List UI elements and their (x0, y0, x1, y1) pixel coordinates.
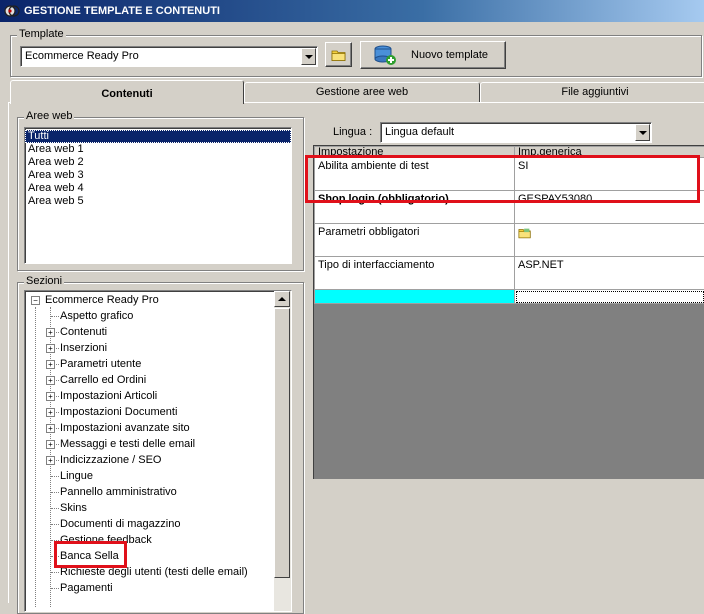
expand-icon[interactable]: + (46, 456, 55, 465)
expand-icon[interactable]: + (46, 408, 55, 417)
window-title: GESTIONE TEMPLATE E CONTENUTI (24, 5, 220, 17)
expand-icon[interactable]: + (46, 392, 55, 401)
tree-node[interactable]: Contenuti (60, 324, 107, 340)
template-label: Template (17, 28, 66, 40)
tree-node[interactable]: Skins (60, 500, 87, 516)
new-template-button[interactable]: Nuovo template (360, 41, 506, 69)
list-item[interactable]: Area web 1 (25, 143, 291, 156)
setting-name[interactable]: Abilita ambiente di test (315, 158, 515, 191)
scroll-up-button[interactable] (274, 291, 290, 307)
tree-node[interactable]: Pannello amministrativo (60, 484, 177, 500)
grid-header-row: Impostazione Imp.generica (315, 147, 704, 158)
template-select[interactable]: Ecommerce Ready Pro (20, 46, 318, 67)
table-row[interactable]: Tipo di interfacciamento ASP.NET (315, 257, 704, 290)
list-item[interactable]: Area web 2 (25, 156, 291, 169)
arrow-up-icon (278, 297, 286, 301)
folder-icon[interactable] (518, 226, 532, 240)
tree-node[interactable]: Impostazioni Documenti (60, 404, 177, 420)
tree-line (51, 588, 59, 589)
table-row[interactable]: Shop login (obbligatorio) GESPAY53080 (315, 191, 704, 224)
tab-file-aggiuntivi[interactable]: File aggiuntivi (480, 82, 704, 102)
aree-web-label: Aree web (24, 110, 74, 122)
list-item[interactable]: Tutti (25, 130, 291, 143)
expand-icon[interactable]: + (46, 344, 55, 353)
tree-line (51, 524, 59, 525)
new-template-label: Nuovo template (411, 49, 488, 61)
setting-name[interactable]: Parametri obbligatori (315, 224, 515, 257)
list-item[interactable]: Area web 4 (25, 182, 291, 195)
tree-node[interactable]: Richieste degli utenti (testi delle emai… (60, 564, 248, 580)
table-row[interactable]: Abilita ambiente di test SI (315, 158, 704, 191)
setting-name[interactable]: Shop login (obbligatorio) (315, 191, 515, 224)
tree-node[interactable]: Documenti di magazzino (60, 516, 180, 532)
tree-line (35, 307, 36, 607)
expand-icon[interactable]: + (46, 328, 55, 337)
expand-icon[interactable]: + (46, 376, 55, 385)
scroll-thumb[interactable] (274, 308, 290, 578)
tree-line (51, 508, 59, 509)
tree-node[interactable]: Messaggi e testi delle email (60, 436, 195, 452)
new-row[interactable] (315, 290, 704, 304)
tab-contenuti-label: Contenuti (101, 88, 152, 100)
tree-node[interactable]: Pagamenti (60, 580, 113, 596)
lingua-select[interactable]: Lingua default (380, 122, 652, 143)
expand-icon[interactable]: + (46, 360, 55, 369)
tree-node[interactable]: Inserzioni (60, 340, 107, 356)
template-select-value: Ecommerce Ready Pro (25, 50, 139, 62)
tree-node[interactable]: Impostazioni Articoli (60, 388, 157, 404)
tab-gestione-aree-web[interactable]: Gestione aree web (244, 82, 480, 102)
setting-value[interactable]: GESPAY53080 (515, 191, 704, 224)
tree-node[interactable]: Indicizzazione / SEO (60, 452, 162, 468)
setting-value[interactable] (515, 224, 704, 257)
lingua-label: Lingua : (333, 126, 372, 138)
expand-icon[interactable]: + (46, 424, 55, 433)
settings-grid[interactable]: Impostazione Imp.generica Abilita ambien… (313, 145, 704, 479)
tree-node[interactable]: Gestione feedback (60, 532, 152, 548)
tree-node[interactable]: Lingue (60, 468, 93, 484)
grid-header-impostazione[interactable]: Impostazione (315, 147, 515, 158)
app-icon (4, 3, 20, 19)
tab-file-aggiuntivi-label: File aggiuntivi (561, 86, 628, 98)
chevron-down-icon[interactable] (301, 48, 316, 65)
list-item[interactable]: Area web 5 (25, 195, 291, 208)
window-titlebar[interactable]: GESTIONE TEMPLATE E CONTENUTI (0, 0, 704, 22)
sezioni-tree[interactable]: − Ecommerce Ready Pro Aspetto grafico + Co… (24, 290, 292, 612)
expand-icon[interactable]: + (46, 440, 55, 449)
list-item[interactable]: Area web 3 (25, 169, 291, 182)
table-row[interactable]: Parametri obbligatori (315, 224, 704, 257)
setting-value[interactable]: ASP.NET (515, 257, 704, 290)
tree-line (51, 492, 59, 493)
tree-node[interactable]: Aspetto grafico (60, 308, 133, 324)
tree-line (51, 556, 59, 557)
collapse-icon[interactable]: − (31, 296, 40, 305)
tree-node[interactable]: Parametri utente (60, 356, 141, 372)
tree-line (51, 540, 59, 541)
open-folder-button[interactable] (325, 42, 352, 67)
tree-root[interactable]: Ecommerce Ready Pro (45, 292, 159, 308)
lingua-select-value: Lingua default (385, 126, 454, 138)
tree-node[interactable]: Banca Sella (60, 548, 119, 564)
tree-node[interactable]: Carrello ed Ordini (60, 372, 146, 388)
tab-gestione-aree-web-label: Gestione aree web (316, 86, 408, 98)
tree-line (51, 572, 59, 573)
tree-line (51, 316, 59, 317)
new-row-cell[interactable] (515, 290, 704, 304)
tree-node[interactable]: Impostazioni avanzate sito (60, 420, 190, 436)
database-add-icon (373, 44, 397, 66)
new-row-cell[interactable] (315, 290, 515, 304)
tree-line (51, 476, 59, 477)
grid-header-imp-generica[interactable]: Imp.generica (515, 147, 704, 158)
sezioni-label: Sezioni (24, 275, 64, 287)
aree-web-list[interactable]: Tutti Area web 1 Area web 2 Area web 3 A… (24, 127, 292, 264)
setting-name[interactable]: Tipo di interfacciamento (315, 257, 515, 290)
chevron-down-icon[interactable] (635, 124, 650, 141)
vertical-scrollbar[interactable] (274, 291, 291, 611)
setting-value[interactable]: SI (515, 158, 704, 191)
folder-icon (331, 47, 347, 63)
tab-contenuti[interactable]: Contenuti (10, 80, 244, 104)
